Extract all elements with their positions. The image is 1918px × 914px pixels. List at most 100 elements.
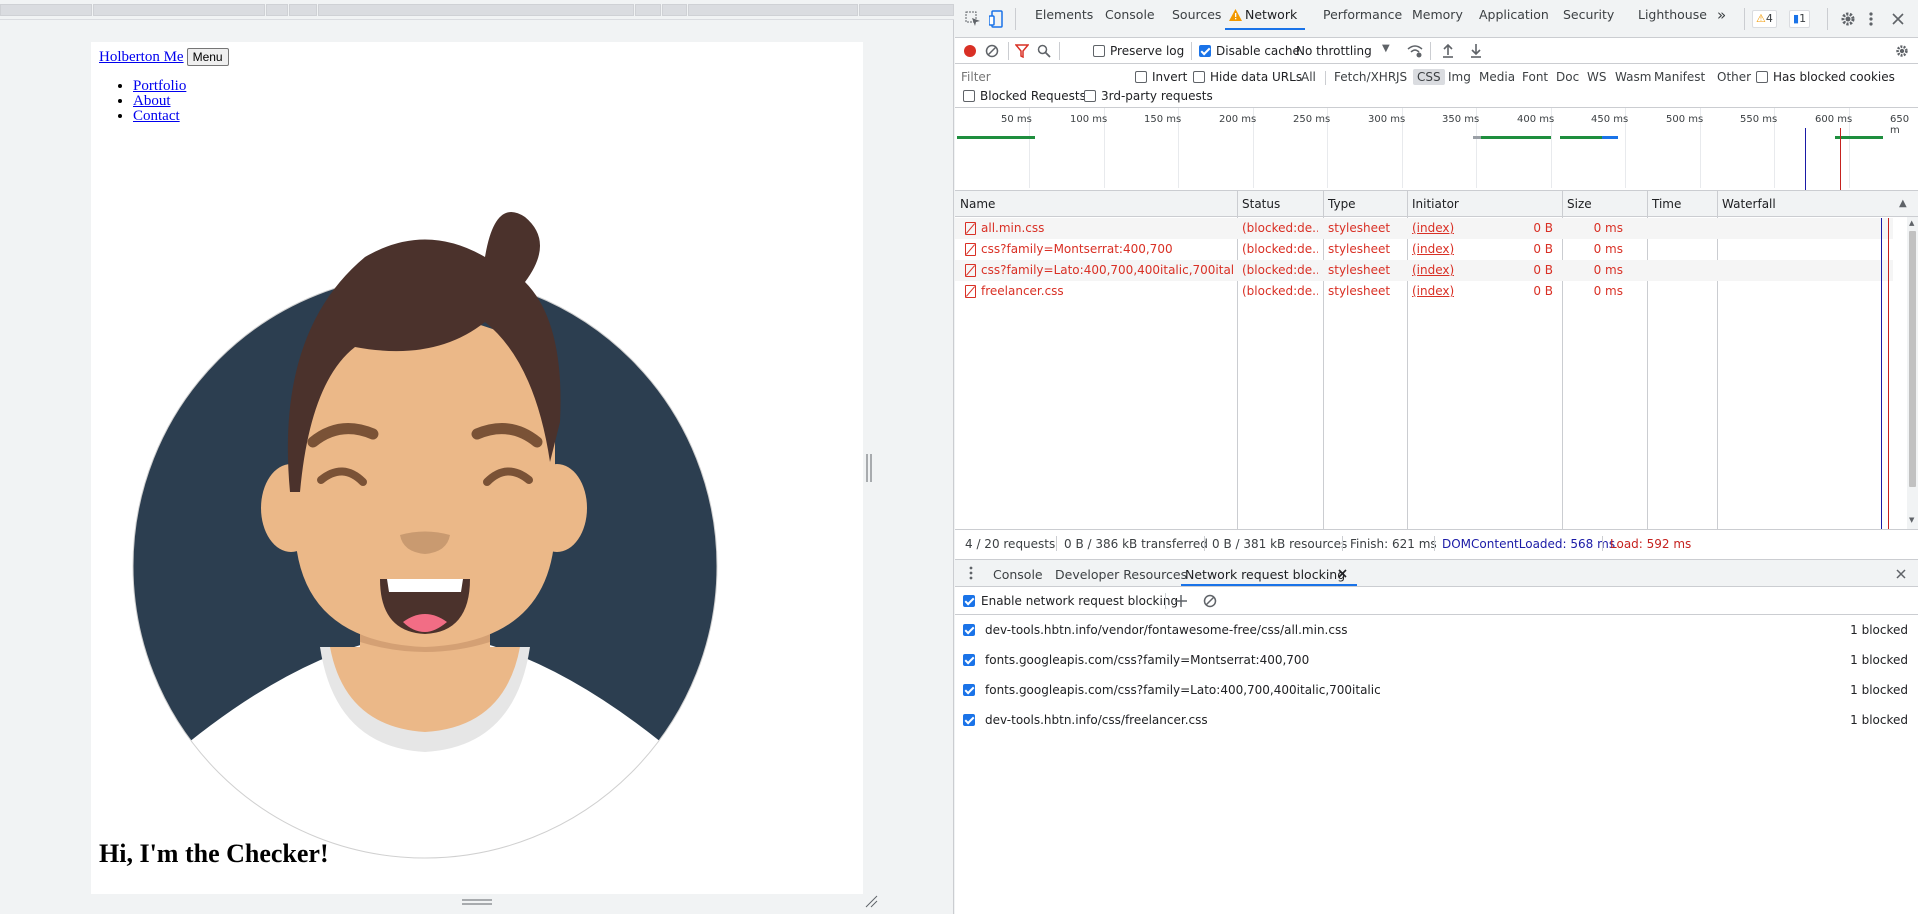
resize-corner-icon[interactable] [864, 894, 878, 908]
ruler-segment[interactable] [289, 4, 317, 16]
messages-badge[interactable]: ▮1 [1789, 10, 1811, 28]
clear-icon[interactable] [985, 44, 999, 58]
request-initiator-link[interactable]: (index) [1412, 242, 1454, 256]
tab-sources[interactable]: Sources [1172, 0, 1221, 30]
blocking-pattern-row[interactable]: dev-tools.hbtn.info/vendor/fontawesome-f… [955, 615, 1918, 645]
request-row[interactable]: all.min.css (blocked:de... stylesheet (i… [955, 218, 1893, 239]
tab-performance[interactable]: Performance [1323, 0, 1402, 30]
menu-button[interactable]: Menu [186, 48, 229, 66]
blocking-pattern-row[interactable]: fonts.googleapis.com/css?family=Montserr… [955, 645, 1918, 675]
export-har-icon[interactable] [1470, 43, 1482, 58]
filter-type-css[interactable]: CSS [1413, 69, 1445, 85]
search-icon[interactable] [1037, 44, 1051, 58]
tab-elements[interactable]: Elements [1035, 0, 1093, 30]
filter-type-doc[interactable]: Doc [1552, 69, 1583, 85]
disable-cache-checkbox[interactable] [1199, 45, 1211, 57]
preserve-log-checkbox[interactable] [1093, 45, 1105, 57]
filter-type-fetch-xhr[interactable]: Fetch/XHR [1330, 69, 1400, 85]
inspect-element-icon[interactable] [965, 11, 981, 27]
column-type[interactable]: Type [1328, 197, 1356, 211]
request-initiator-link[interactable]: (index) [1412, 221, 1454, 235]
filter-type-js[interactable]: JS [1392, 69, 1411, 85]
pattern-checkbox[interactable] [963, 714, 975, 726]
ruler-segment[interactable] [859, 4, 954, 16]
sort-ascending-icon[interactable]: ▲ [1899, 198, 1907, 209]
request-row[interactable]: css?family=Lato:400,700,400italic,700ita… [955, 260, 1893, 281]
third-party-checkbox[interactable] [1084, 90, 1096, 102]
invert-checkbox[interactable] [1135, 71, 1147, 83]
blocking-pattern-row[interactable]: dev-tools.hbtn.info/css/freelancer.css 1… [955, 705, 1918, 735]
filter-icon[interactable] [1015, 44, 1029, 58]
filter-type-img[interactable]: Img [1444, 69, 1475, 85]
import-har-icon[interactable] [1442, 43, 1454, 58]
ruler-segment[interactable] [93, 4, 265, 16]
request-initiator-link[interactable]: (index) [1412, 263, 1454, 277]
column-status[interactable]: Status [1242, 197, 1280, 211]
hide-data-urls-checkbox[interactable] [1193, 71, 1205, 83]
scrollbar-thumb[interactable] [1909, 231, 1916, 487]
filter-type-other[interactable]: Other [1713, 69, 1755, 85]
blocking-pattern-row[interactable]: fonts.googleapis.com/css?family=Lato:400… [955, 675, 1918, 705]
drawer-tab-developer-resources[interactable]: Developer Resources [1055, 567, 1187, 582]
filter-type-ws[interactable]: WS [1583, 69, 1610, 85]
tab-lighthouse[interactable]: Lighthouse [1638, 0, 1707, 30]
ruler-segment[interactable] [635, 4, 661, 16]
record-icon[interactable] [963, 44, 977, 58]
device-toolbar-icon[interactable] [989, 10, 1005, 28]
warnings-badge[interactable]: ⚠4 [1752, 10, 1777, 28]
nav-link-contact[interactable]: Contact [133, 108, 180, 124]
tab-application[interactable]: Application [1479, 0, 1549, 30]
ruler-segment[interactable] [688, 4, 858, 16]
drawer-tab-network-request-blocking[interactable]: Network request blocking [1185, 567, 1345, 582]
brand-link[interactable]: Holberton Me [99, 49, 184, 65]
blocked-requests-checkbox[interactable] [963, 90, 975, 102]
network-settings-gear-icon[interactable] [1895, 44, 1909, 58]
filter-type-wasm[interactable]: Wasm [1611, 69, 1655, 85]
throttling-select[interactable]: No throttling [1296, 44, 1372, 58]
timeline-overview[interactable]: 50 ms 100 ms 150 ms 200 ms 250 ms 300 ms… [955, 108, 1918, 191]
request-row[interactable]: freelancer.css (blocked:de... stylesheet… [955, 281, 1893, 302]
ruler-segment[interactable] [662, 4, 687, 16]
request-row[interactable]: css?family=Montserrat:400,700 (blocked:d… [955, 239, 1893, 260]
add-pattern-icon[interactable] [1175, 595, 1187, 607]
column-waterfall[interactable]: Waterfall [1722, 197, 1776, 211]
nav-link-about[interactable]: About [133, 93, 171, 109]
ruler-segment[interactable] [0, 4, 92, 16]
requests-scrollbar[interactable]: ▲ ▼ [1907, 217, 1918, 529]
settings-gear-icon[interactable] [1840, 11, 1856, 27]
ruler-segment[interactable] [318, 4, 634, 16]
close-tab-icon[interactable] [1338, 569, 1347, 578]
drawer-tab-console[interactable]: Console [993, 567, 1043, 582]
filter-type-all[interactable]: All [1297, 69, 1320, 85]
column-initiator[interactable]: Initiator [1412, 197, 1459, 211]
pattern-checkbox[interactable] [963, 654, 975, 666]
kebab-menu-icon[interactable] [1868, 11, 1874, 27]
tab-network[interactable]: Network [1225, 0, 1306, 30]
filter-input[interactable] [959, 67, 1123, 87]
close-devtools-icon[interactable] [1892, 13, 1904, 25]
request-initiator-link[interactable]: (index) [1412, 284, 1454, 298]
pattern-checkbox[interactable] [963, 624, 975, 636]
resize-bottom-icon[interactable] [462, 898, 492, 906]
column-time[interactable]: Time [1652, 197, 1681, 211]
filter-type-manifest[interactable]: Manifest [1650, 69, 1709, 85]
more-tabs-button[interactable]: » [1717, 0, 1726, 30]
column-size[interactable]: Size [1567, 197, 1592, 211]
tab-console[interactable]: Console [1105, 0, 1155, 30]
tab-security[interactable]: Security [1563, 0, 1614, 30]
column-name[interactable]: Name [960, 197, 995, 211]
nav-link-portfolio[interactable]: Portfolio [133, 78, 186, 94]
scroll-down-icon[interactable]: ▼ [1909, 516, 1914, 524]
resize-handle-icon[interactable] [866, 454, 872, 482]
network-conditions-icon[interactable] [1407, 44, 1423, 58]
chevron-down-icon[interactable]: ▼ [1382, 43, 1390, 54]
ruler-segment[interactable] [266, 4, 288, 16]
filter-type-font[interactable]: Font [1518, 69, 1552, 85]
scroll-up-icon[interactable]: ▲ [1909, 219, 1914, 227]
drawer-menu-icon[interactable] [969, 566, 973, 580]
has-blocked-cookies-checkbox[interactable] [1756, 71, 1768, 83]
pattern-checkbox[interactable] [963, 684, 975, 696]
close-drawer-icon[interactable] [1896, 569, 1906, 579]
remove-all-patterns-icon[interactable] [1203, 594, 1217, 608]
filter-type-media[interactable]: Media [1475, 69, 1519, 85]
